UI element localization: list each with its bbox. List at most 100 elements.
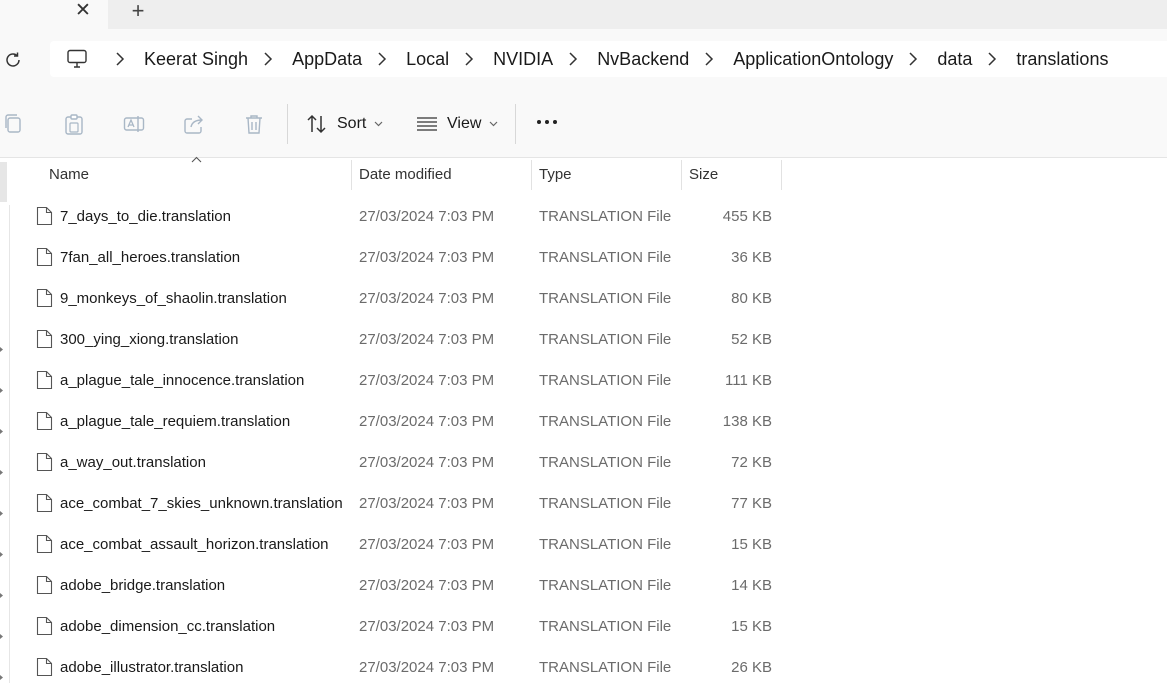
rename-icon[interactable] [123,113,145,135]
file-size: 15 KB [731,618,772,635]
sort-button[interactable]: Sort [306,110,383,138]
column-header-type[interactable]: Type [539,158,572,190]
file-icon [36,452,53,472]
delete-icon[interactable] [243,113,265,135]
breadcrumb-item[interactable]: translations [1016,49,1108,70]
file-row[interactable]: a_plague_tale_innocence.translation 27/03… [0,360,1167,401]
chevron-right-icon[interactable] [262,52,274,66]
file-name[interactable]: adobe_bridge.translation [60,565,225,606]
file-icon [36,206,53,226]
share-icon[interactable] [183,113,205,135]
file-name[interactable]: ace_combat_assault_horizon.translation [60,524,329,565]
file-name[interactable]: 300_ying_xiong.translation [60,319,238,360]
file-size: 80 KB [731,290,772,307]
file-name[interactable]: a_plague_tale_innocence.translation [60,360,304,401]
file-name[interactable]: adobe_illustrator.translation [60,647,243,688]
this-pc-icon[interactable] [66,49,88,69]
more-options-icon[interactable] [536,118,558,126]
toolbar-divider [515,104,516,144]
address-bar[interactable]: Keerat Singh AppData Local NVIDIA NvBack… [50,41,1167,77]
file-icon [36,657,53,677]
file-date-modified: 27/03/2024 7:03 PM [359,536,495,553]
sort-ascending-icon [191,156,202,163]
column-header-date-modified[interactable]: Date modified [359,158,452,190]
file-row[interactable]: ace_combat_7_skies_unknown.translation 27… [0,483,1167,524]
file-name[interactable]: adobe_dimension_cc.translation [60,606,275,647]
view-button[interactable]: View [416,110,498,138]
file-date-modified: 27/03/2024 7:03 PM [359,249,495,266]
file-name[interactable]: 7fan_all_heroes.translation [60,237,240,278]
file-name[interactable]: a_plague_tale_requiem.translation [60,401,290,442]
chevron-down-icon [489,121,498,127]
column-header-row: Name Date modified Type Size [0,156,1167,190]
file-size: 36 KB [731,249,772,266]
breadcrumb-item[interactable]: ApplicationOntology [733,49,893,70]
view-lines-icon [417,117,437,131]
file-row[interactable]: a_plague_tale_requiem.translation 27/03/2… [0,401,1167,442]
file-icon [36,370,53,390]
nav-expand-icon[interactable] [0,462,4,475]
file-type: TRANSLATION File [539,495,672,512]
nav-expand-icon[interactable] [0,421,4,434]
file-name[interactable]: 7_days_to_die.translation [60,196,231,237]
file-row[interactable]: 7_days_to_die.translation 27/03/2024 7:03… [0,196,1167,237]
breadcrumb-item[interactable]: NvBackend [597,49,689,70]
chevron-right-icon[interactable] [114,52,126,66]
file-type: TRANSLATION File [539,659,672,676]
nav-expand-icon[interactable] [0,339,4,352]
file-type: TRANSLATION File [539,208,672,225]
file-row[interactable]: adobe_dimension_cc.translation 27/03/2024… [0,606,1167,647]
address-row: Keerat Singh AppData Local NVIDIA NvBack… [0,29,1167,91]
column-header-name[interactable]: Name [49,158,89,190]
breadcrumb-item[interactable]: Local [406,49,449,70]
chevron-right-icon[interactable] [567,52,579,66]
file-type: TRANSLATION File [539,413,672,430]
file-row[interactable]: ace_combat_assault_horizon.translation 27… [0,524,1167,565]
column-divider[interactable] [781,160,782,190]
file-row[interactable]: adobe_bridge.translation 27/03/2024 7:03 … [0,565,1167,606]
chevron-right-icon[interactable] [986,52,998,66]
paste-icon[interactable] [63,113,85,135]
file-name[interactable]: ace_combat_7_skies_unknown.translation [60,483,343,524]
breadcrumb-item[interactable]: AppData [292,49,362,70]
nav-expand-icon[interactable] [0,544,4,557]
file-row[interactable]: 7fan_all_heroes.translation 27/03/2024 7:… [0,237,1167,278]
file-date-modified: 27/03/2024 7:03 PM [359,208,495,225]
file-type: TRANSLATION File [539,331,672,348]
close-tab-icon[interactable]: ✕ [74,1,92,21]
new-tab-button[interactable]: + [128,0,148,22]
file-list: 7_days_to_die.translation 27/03/2024 7:03… [0,196,1167,688]
breadcrumb-item[interactable]: data [937,49,972,70]
nav-expand-icon[interactable] [0,585,4,598]
file-type: TRANSLATION File [539,290,672,307]
breadcrumb-item[interactable]: NVIDIA [493,49,553,70]
file-name[interactable]: 9_monkeys_of_shaolin.translation [60,278,287,319]
column-divider[interactable] [531,160,532,190]
file-icon [36,493,53,513]
nav-expand-icon[interactable] [0,503,4,516]
column-divider[interactable] [351,160,352,190]
nav-expand-icon[interactable] [0,626,4,639]
file-size: 455 KB [722,208,772,225]
chevron-right-icon[interactable] [907,52,919,66]
breadcrumb-item[interactable]: Keerat Singh [144,49,248,70]
column-divider[interactable] [681,160,682,190]
file-type: TRANSLATION File [539,249,672,266]
refresh-icon[interactable] [3,50,23,70]
file-name[interactable]: a_way_out.translation [60,442,206,483]
nav-expand-icon[interactable] [0,667,4,680]
file-row[interactable]: adobe_illustrator.translation 27/03/2024 … [0,647,1167,688]
file-icon [36,247,53,267]
chevron-right-icon[interactable] [376,52,388,66]
file-row[interactable]: a_way_out.translation 27/03/2024 7:03 PM T… [0,442,1167,483]
nav-expand-icon[interactable] [0,380,4,393]
column-header-size[interactable]: Size [689,158,718,190]
file-row[interactable]: 300_ying_xiong.translation 27/03/2024 7:0… [0,319,1167,360]
file-size: 15 KB [731,536,772,553]
file-date-modified: 27/03/2024 7:03 PM [359,618,495,635]
copy-icon[interactable] [3,113,25,135]
active-tab[interactable]: ✕ [0,0,108,29]
chevron-right-icon[interactable] [463,52,475,66]
chevron-right-icon[interactable] [703,52,715,66]
file-row[interactable]: 9_monkeys_of_shaolin.translation 27/03/20… [0,278,1167,319]
